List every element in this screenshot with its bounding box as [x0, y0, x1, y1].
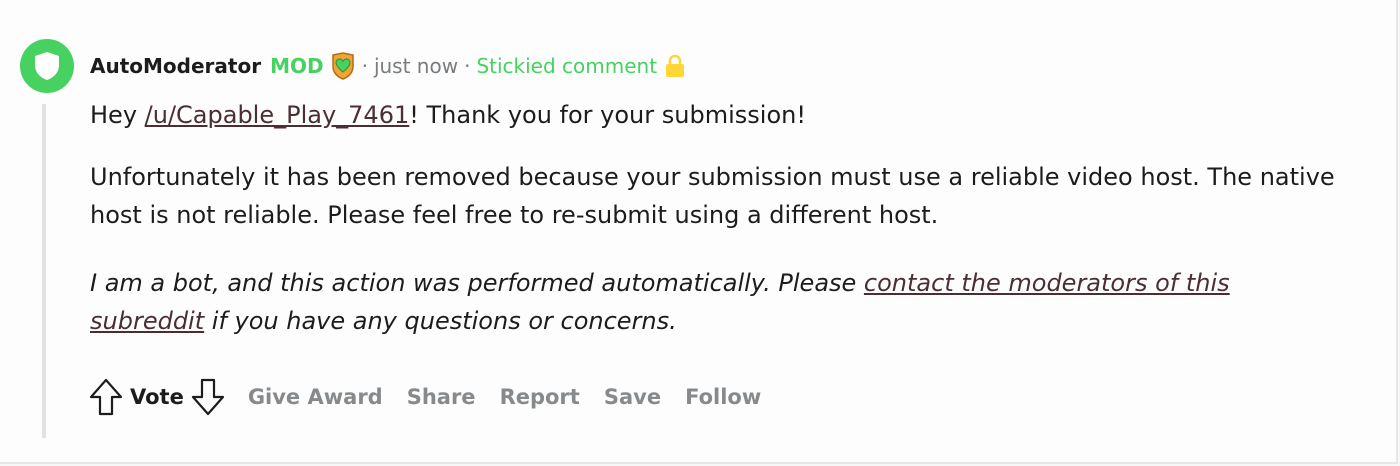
share-button[interactable]: Share	[407, 385, 476, 409]
heart-shield-icon	[330, 52, 356, 80]
action-bar: Vote Give Award Share Report Save Follow	[86, 376, 761, 418]
removal-paragraph: Unfortunately it has been removed becaus…	[90, 163, 1335, 229]
shield-icon	[35, 52, 59, 80]
user-link[interactable]: /u/Capable_Play_7461	[145, 101, 410, 129]
give-award-button[interactable]: Give Award	[248, 385, 383, 409]
thread-line[interactable]	[42, 104, 46, 438]
avatar[interactable]	[20, 39, 74, 93]
comment-header: AutoModerator MOD · just now · Stickied …	[90, 52, 685, 80]
arrow-up-icon	[89, 378, 123, 416]
follow-button[interactable]: Follow	[685, 385, 761, 409]
report-button[interactable]: Report	[500, 385, 580, 409]
separator-dot: ·	[464, 54, 471, 78]
downvote-button[interactable]	[188, 376, 228, 418]
greeting-suffix: ! Thank you for your submission!	[409, 101, 806, 129]
vote-count: Vote	[130, 385, 184, 409]
bot-paragraph: I am a bot, and this action was performe…	[90, 264, 1350, 340]
separator-dot: ·	[361, 54, 368, 78]
lock-icon	[665, 54, 685, 78]
greeting-paragraph: Hey /u/Capable_Play_7461! Thank you for …	[90, 96, 1350, 134]
stickied-label: Stickied comment	[476, 54, 658, 78]
comment-card: AutoModerator MOD · just now · Stickied …	[0, 0, 1398, 464]
bot-suffix: if you have any questions or concerns.	[204, 307, 677, 335]
author-name[interactable]: AutoModerator	[90, 54, 261, 78]
bot-prefix: I am a bot, and this action was performe…	[90, 269, 864, 297]
save-button[interactable]: Save	[604, 385, 661, 409]
greeting-prefix: Hey	[90, 101, 145, 129]
timestamp[interactable]: just now	[374, 54, 458, 78]
upvote-button[interactable]	[86, 376, 126, 418]
arrow-down-icon	[191, 378, 224, 416]
mod-badge: MOD	[270, 54, 324, 78]
comment-body: Hey /u/Capable_Play_7461! Thank you for …	[90, 96, 1350, 364]
